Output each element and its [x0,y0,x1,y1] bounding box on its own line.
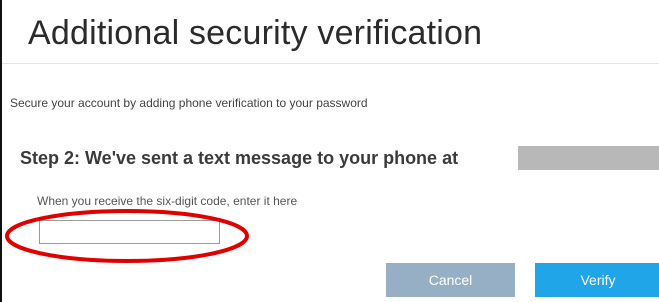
verification-code-input[interactable] [39,220,220,244]
code-hint: When you receive the six-digit code, ent… [37,194,298,208]
page-title: Additional security verification [28,14,483,52]
cancel-button[interactable]: Cancel [386,263,515,297]
title-divider [2,63,659,64]
step-heading: Step 2: We've sent a text message to you… [20,148,459,168]
page-subtitle: Secure your account by adding phone veri… [10,96,368,110]
verify-button[interactable]: Verify [535,263,659,297]
redacted-phone-number [518,146,659,170]
verification-panel: Additional security verification Secure … [0,0,659,302]
